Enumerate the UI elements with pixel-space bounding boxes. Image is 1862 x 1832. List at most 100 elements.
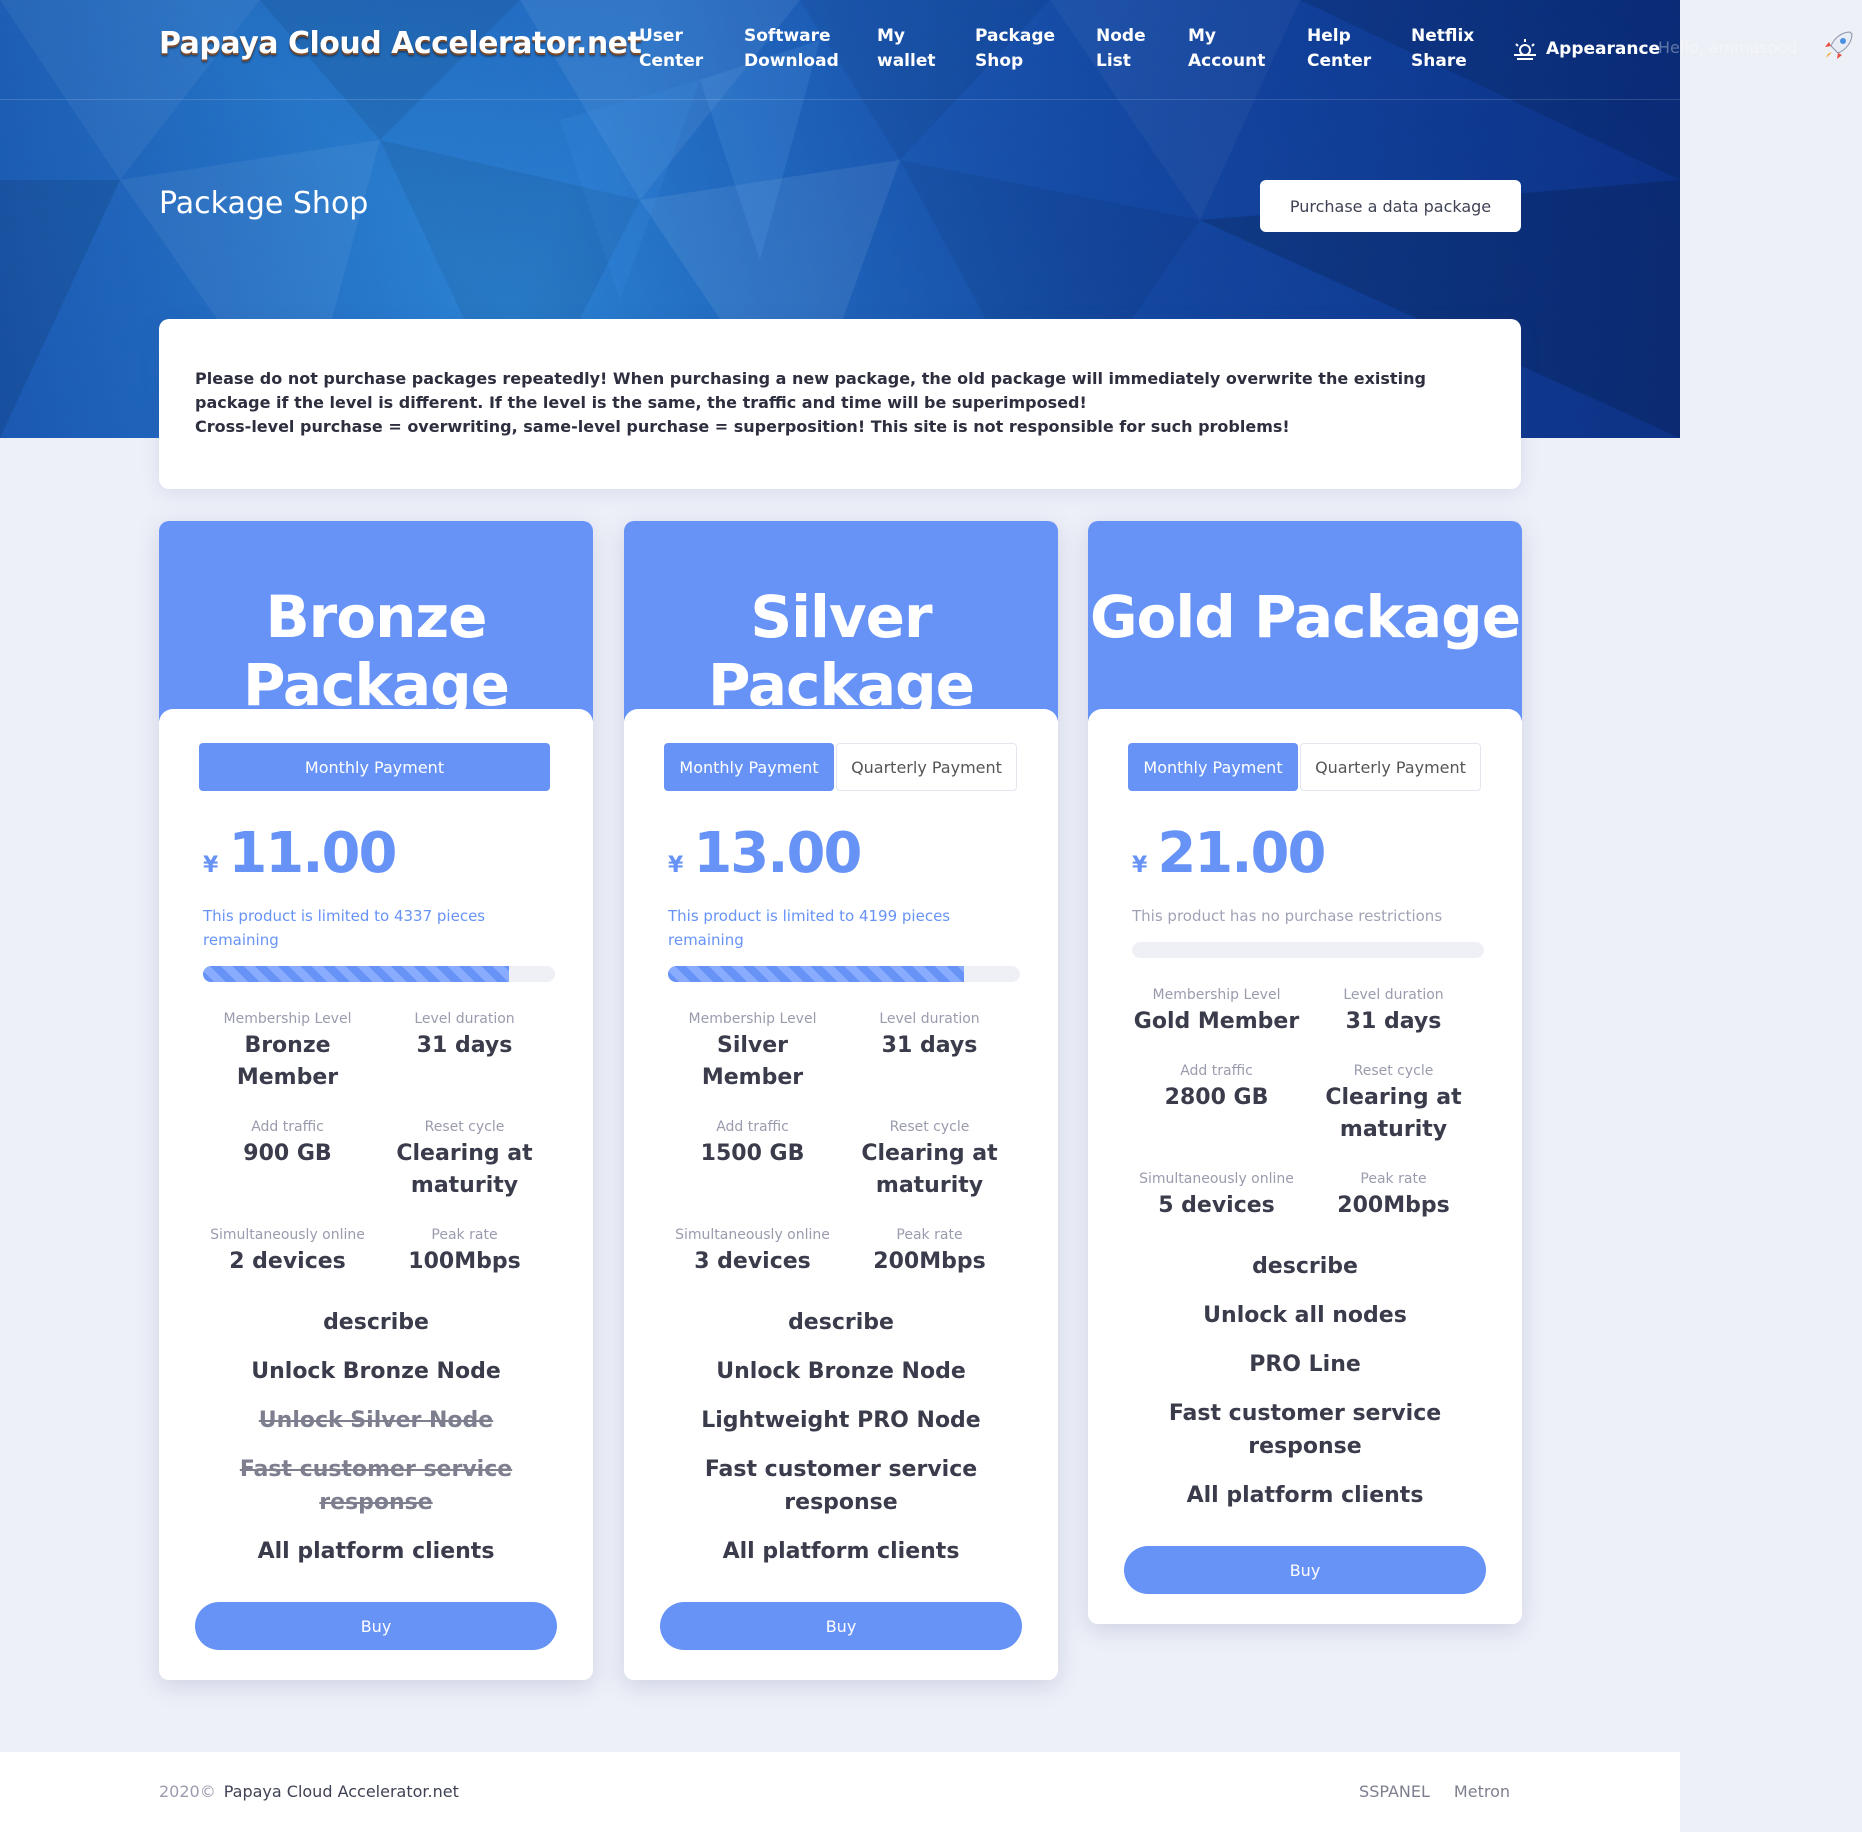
stock-progress-bar — [203, 966, 555, 982]
spec-value: 3 devices — [694, 1249, 811, 1274]
spec-reset-cycle: Reset cycle Clearing at maturity — [376, 1116, 553, 1202]
nav-label: My — [1188, 26, 1216, 46]
nav-label: Software — [744, 26, 831, 46]
sunrise-icon — [1514, 39, 1536, 60]
price-amount: 11.00 — [228, 821, 397, 886]
spec-level-duration: Level duration 31 days — [841, 1008, 1018, 1094]
footer-year: 2020© — [159, 1782, 216, 1801]
spec-label: Level duration — [414, 1011, 515, 1027]
buy-button[interactable]: Buy — [1124, 1546, 1486, 1594]
footer-links: SSPANEL Metron — [1359, 1782, 1510, 1801]
spec-label: Level duration — [879, 1011, 980, 1027]
tab-quarterly-payment[interactable]: Quarterly Payment — [836, 743, 1017, 791]
package-body: Monthly Payment ¥ 11.00 This product is … — [159, 709, 593, 1680]
spec-add-traffic: Add traffic 2800 GB — [1128, 1060, 1305, 1146]
feature-item: Lightweight PRO Node — [701, 1408, 981, 1433]
buy-button[interactable]: Buy — [660, 1602, 1022, 1650]
feature-heading: describe — [1252, 1254, 1358, 1279]
page-footer: 2020© Papaya Cloud Accelerator.net SSPANE… — [0, 1752, 1680, 1832]
spec-label: Peak rate — [896, 1227, 963, 1243]
spec-value: 31 days — [881, 1033, 978, 1058]
spec-value: Silver Member — [701, 1033, 804, 1090]
spec-value: 900 GB — [243, 1141, 332, 1166]
nav-label: Share — [1411, 51, 1467, 71]
spec-value: 100Mbps — [408, 1249, 521, 1274]
nav-software-download[interactable]: Software Download — [744, 24, 839, 74]
price-amount: 21.00 — [1157, 821, 1326, 886]
spec-value: 2800 GB — [1164, 1085, 1269, 1110]
nav-label: List — [1096, 51, 1131, 71]
spec-reset-cycle: Reset cycle Clearing at maturity — [841, 1116, 1018, 1202]
tab-monthly-payment[interactable]: Monthly Payment — [1128, 743, 1298, 791]
nav-label: My — [877, 26, 905, 46]
footer-link-sspanel[interactable]: SSPANEL — [1359, 1782, 1430, 1801]
nav-my-wallet[interactable]: My wallet — [877, 24, 936, 74]
stock-limit-text: This product is limited to 4199 pieces r… — [668, 907, 951, 949]
spec-value: 2 devices — [229, 1249, 346, 1274]
spec-label: Level duration — [1343, 987, 1444, 1003]
feature-heading: describe — [323, 1310, 429, 1335]
feature-item: Fast customer service response — [239, 1457, 513, 1515]
nav-help-center[interactable]: Help Center — [1307, 24, 1371, 74]
nav-package-shop[interactable]: Package Shop — [975, 24, 1055, 74]
spec-value: Clearing at maturity — [861, 1141, 998, 1198]
stock-progress-bar — [1132, 942, 1484, 958]
user-greeting[interactable]: Hello, ammasood — [1658, 38, 1798, 57]
nav-user-center[interactable]: User Center — [639, 24, 703, 74]
spec-membership-level: Membership Level Bronze Member — [199, 1008, 376, 1094]
feature-item: Fast customer service response — [1168, 1401, 1442, 1459]
payment-tabs: Monthly Payment Quarterly Payment — [664, 743, 1018, 791]
nav-label: Center — [639, 51, 704, 71]
tab-monthly-payment[interactable]: Monthly Payment — [664, 743, 834, 791]
package-specs: Membership Level Gold Member Level durat… — [1128, 984, 1482, 1222]
nav-netflix-share[interactable]: Netflix Share — [1411, 24, 1474, 74]
spec-add-traffic: Add traffic 900 GB — [199, 1116, 376, 1202]
brand-logo[interactable]: Papaya Cloud Accelerator.net — [159, 26, 642, 61]
spec-reset-cycle: Reset cycle Clearing at maturity — [1305, 1060, 1482, 1146]
spec-label: Peak rate — [1360, 1171, 1427, 1187]
nav-label: wallet — [877, 51, 936, 71]
spec-value: 200Mbps — [1337, 1193, 1450, 1218]
package-card-gold: Gold Package Monthly Payment Quarterly P… — [1088, 521, 1522, 1624]
nav-my-account[interactable]: My Account — [1188, 24, 1265, 74]
feature-item: All platform clients — [257, 1539, 495, 1564]
package-card-silver: Silver Package Monthly Payment Quarterly… — [624, 521, 1058, 1680]
spec-value: Bronze Member — [236, 1033, 339, 1090]
spec-label: Reset cycle — [424, 1119, 505, 1135]
appearance-toggle[interactable]: Appearance — [1512, 36, 1660, 62]
feature-item: Unlock Silver Node — [258, 1408, 494, 1433]
feature-list: describe Unlock Bronze Node Unlock Silve… — [199, 1306, 553, 1568]
package-title: Silver Package — [624, 521, 1058, 721]
rocket-icon[interactable] — [1820, 28, 1856, 64]
currency-symbol: ¥ — [203, 853, 219, 878]
spec-label: Simultaneously online — [1139, 1171, 1294, 1187]
spec-label: Add traffic — [251, 1119, 324, 1135]
price-amount: 13.00 — [693, 821, 862, 886]
tab-monthly-payment[interactable]: Monthly Payment — [199, 743, 550, 791]
package-specs: Membership Level Silver Member Level dur… — [664, 1008, 1018, 1278]
nav-label: Shop — [975, 51, 1024, 71]
spec-label: Simultaneously online — [210, 1227, 365, 1243]
package-title: Bronze Package — [159, 521, 593, 721]
buy-button[interactable]: Buy — [195, 1602, 557, 1650]
stock-progress-bar — [668, 966, 1020, 982]
spec-label: Reset cycle — [889, 1119, 970, 1135]
nav-label: Help — [1307, 26, 1351, 46]
package-body: Monthly Payment Quarterly Payment ¥ 13.0… — [624, 709, 1058, 1680]
feature-list: describe Unlock all nodes PRO Line Fast … — [1128, 1250, 1482, 1512]
spec-add-traffic: Add traffic 1500 GB — [664, 1116, 841, 1202]
tab-quarterly-payment[interactable]: Quarterly Payment — [1300, 743, 1481, 791]
nav-label: Netflix — [1411, 26, 1475, 46]
spec-value: 5 devices — [1158, 1193, 1275, 1218]
spec-label: Membership Level — [688, 1011, 817, 1027]
currency-symbol: ¥ — [668, 853, 684, 878]
spec-value: Clearing at maturity — [1325, 1085, 1462, 1142]
nav-label: Node — [1096, 26, 1146, 46]
feature-item: Fast customer service response — [704, 1457, 978, 1515]
nav-node-list[interactable]: Node List — [1096, 24, 1146, 74]
spec-value: 200Mbps — [873, 1249, 986, 1274]
spec-membership-level: Membership Level Silver Member — [664, 1008, 841, 1094]
footer-link-metron[interactable]: Metron — [1454, 1782, 1510, 1801]
purchase-data-package-button[interactable]: Purchase a data package — [1260, 180, 1521, 232]
footer-site-link[interactable]: Papaya Cloud Accelerator.net — [224, 1782, 459, 1801]
